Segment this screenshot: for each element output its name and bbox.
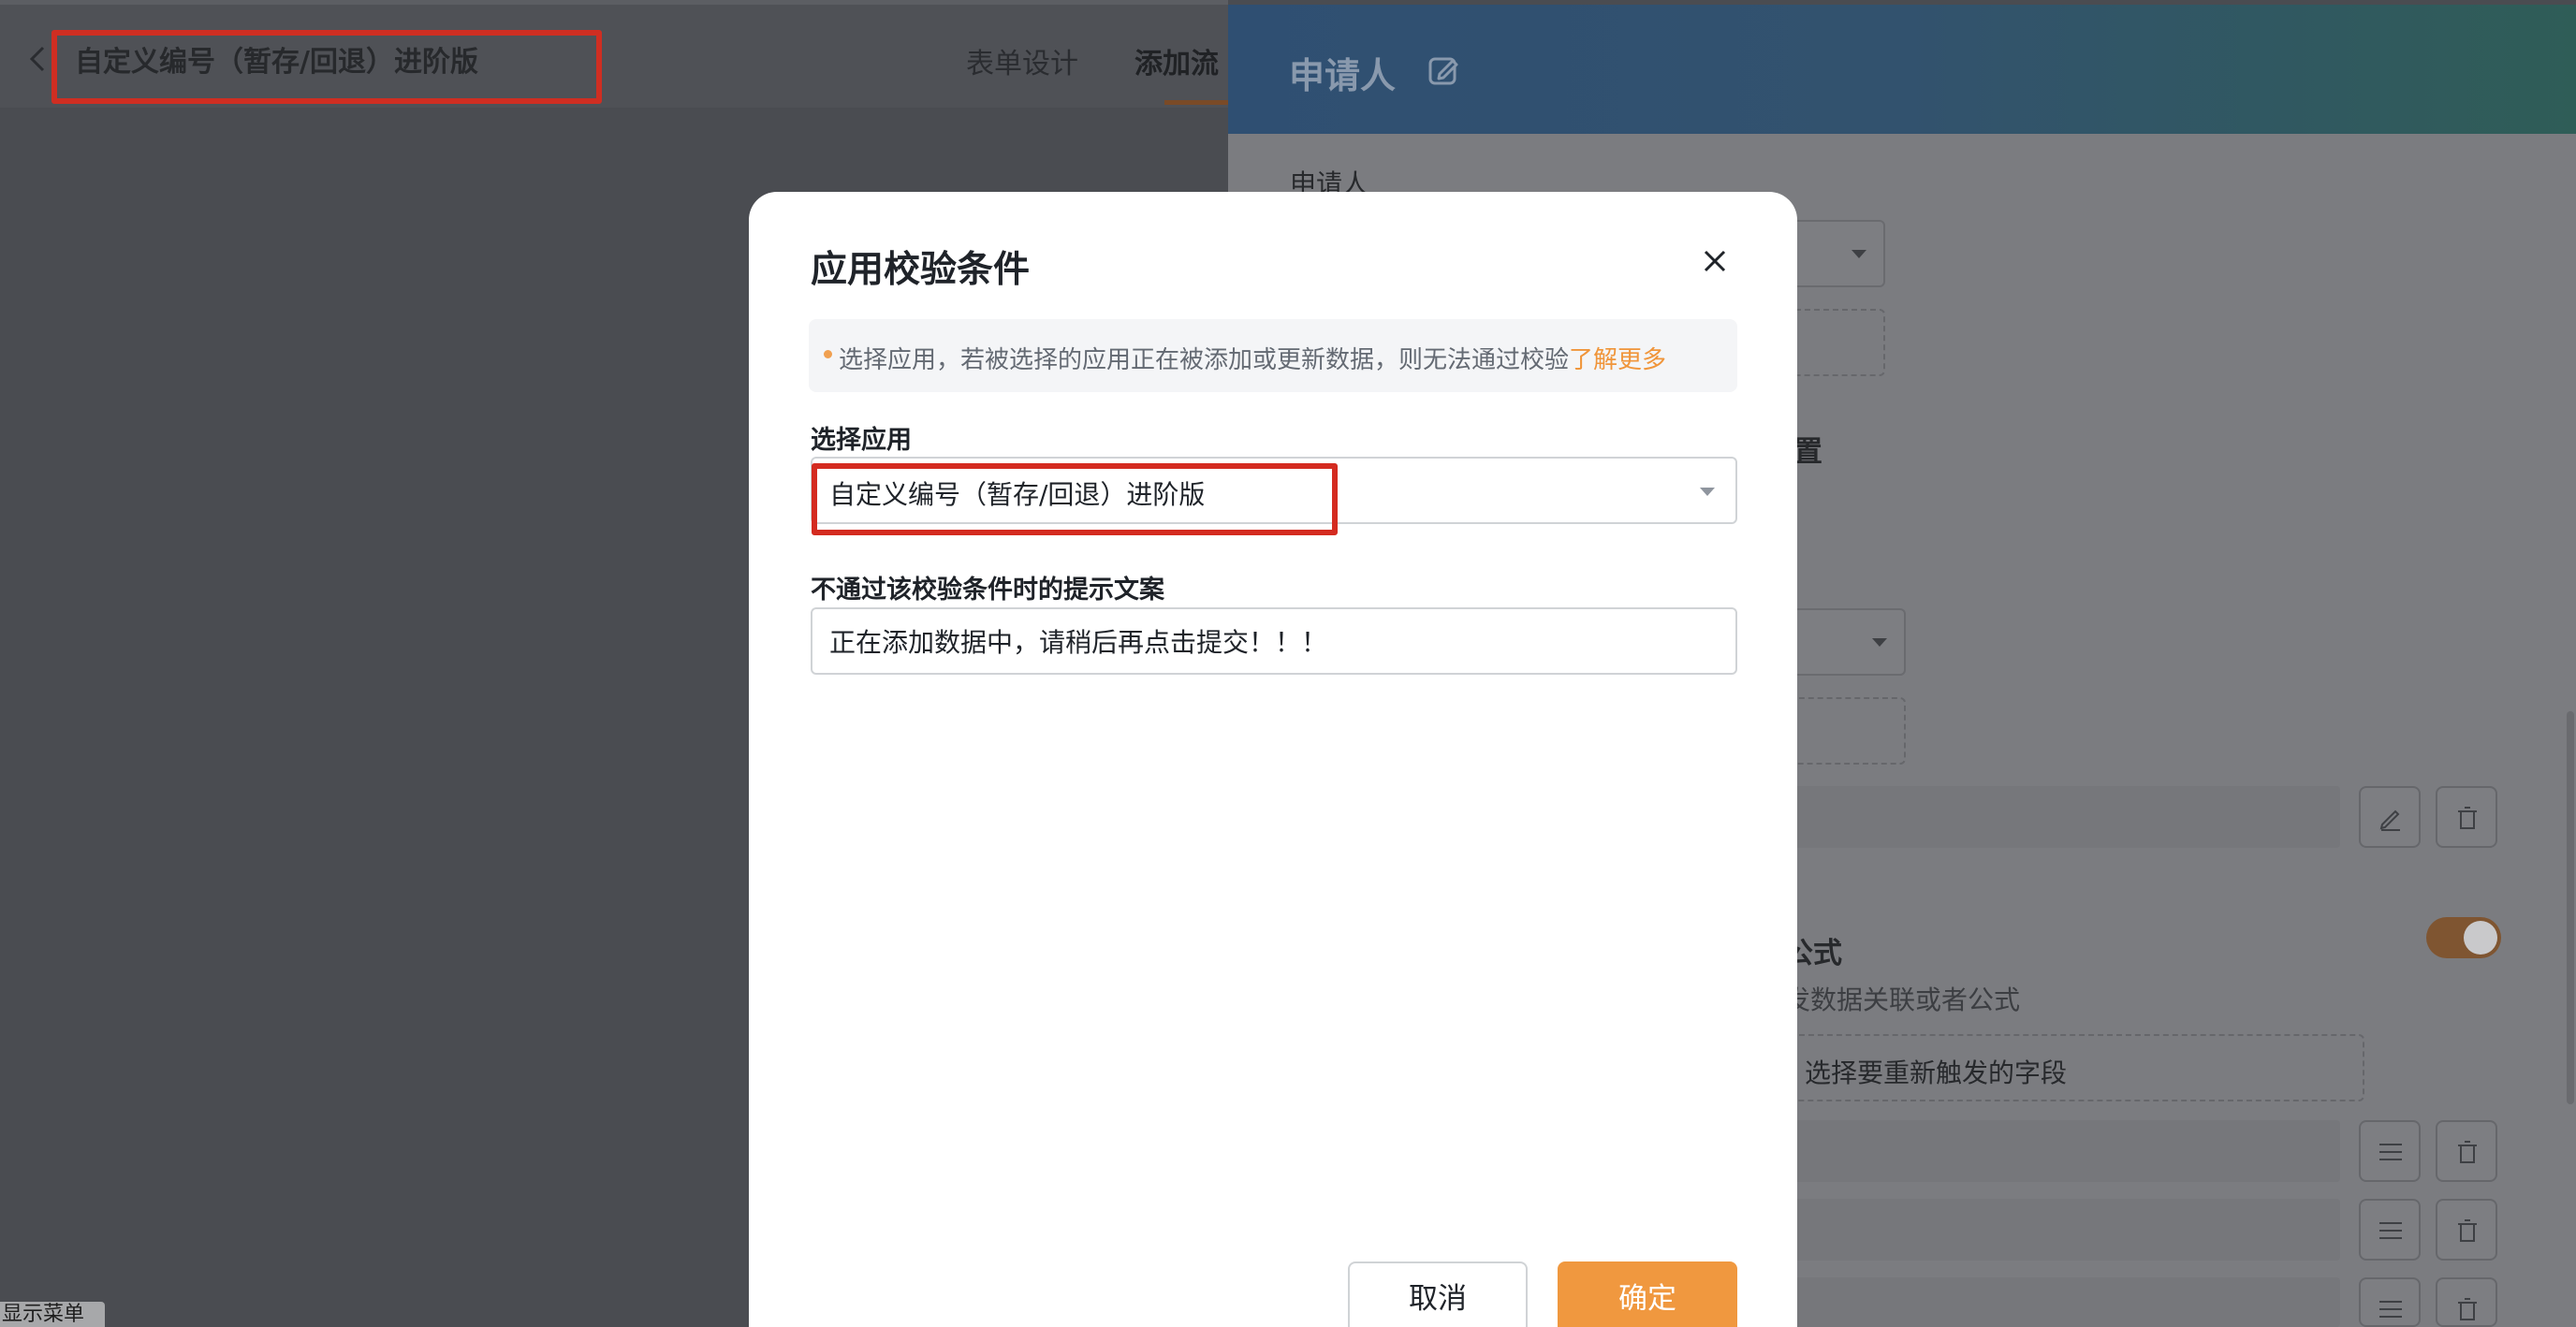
bullet-dot-icon <box>824 350 832 358</box>
highlight-box-select <box>812 463 1338 535</box>
drag-handle-icon <box>2379 1301 2402 1318</box>
delete-button[interactable] <box>2436 786 2497 848</box>
drag-handle-button-1[interactable] <box>2359 1120 2421 1182</box>
dialog-title: 应用校验条件 <box>811 249 1031 291</box>
trash-icon <box>2458 1219 2477 1242</box>
app-validation-dialog: 应用校验条件 选择应用，若被选择的应用正在被添加或更新数据，则无法通过校验了解更… <box>749 192 1797 1327</box>
refire-field-selector[interactable]: 选择要重新触发的字段 <box>1784 1034 2364 1101</box>
tab-form-design[interactable]: 表单设计 <box>966 40 1078 81</box>
condition-row <box>1784 786 2340 848</box>
screen: 自定义编号（暂存/回退）进阶版 表单设计 添加流 申请人 申请人 置 公式 发数… <box>0 0 2576 1327</box>
message-input[interactable] <box>811 607 1737 675</box>
drag-handle-icon <box>2379 1144 2402 1160</box>
drawer-scrollbar[interactable] <box>2567 711 2574 1104</box>
refire-field-label: 选择要重新触发的字段 <box>1805 1057 2068 1088</box>
cancel-button[interactable]: 取消 <box>1348 1261 1528 1327</box>
tab-active-underline <box>1164 100 1228 105</box>
notice-body: 选择应用，若被选择的应用正在被添加或更新数据，则无法通过校验 <box>839 346 1570 374</box>
refire-row-3 <box>1784 1277 2340 1327</box>
formula-toggle[interactable] <box>2426 917 2501 958</box>
formula-desc-partial: 发数据关联或者公式 <box>1784 984 2021 1015</box>
trash-icon <box>2458 1298 2477 1320</box>
info-notice: 选择应用，若被选择的应用正在被添加或更新数据，则无法通过校验了解更多 <box>809 319 1737 392</box>
close-icon[interactable] <box>1700 246 1730 276</box>
edit-icon[interactable] <box>1425 51 1462 89</box>
caret-down-icon <box>1700 488 1715 496</box>
pencil-icon <box>2379 809 2400 831</box>
refire-row-1 <box>1784 1120 2340 1182</box>
delete-button-2[interactable] <box>2436 1199 2497 1261</box>
confirm-button[interactable]: 确定 <box>1558 1261 1737 1327</box>
delete-button-1[interactable] <box>2436 1120 2497 1182</box>
select-app-label: 选择应用 <box>811 426 912 455</box>
toggle-knob <box>2464 921 2497 955</box>
chevron-left-icon[interactable] <box>19 40 56 78</box>
condition-add-area[interactable] <box>1784 697 1906 765</box>
refire-row-2 <box>1784 1199 2340 1261</box>
trash-icon <box>2458 1141 2477 1163</box>
tab-add-flow[interactable]: 添加流 <box>1134 40 1219 81</box>
drawer-header: 申请人 <box>1228 5 2576 134</box>
message-label: 不通过该校验条件时的提示文案 <box>811 576 1164 605</box>
pencil-button[interactable] <box>2359 786 2421 848</box>
notice-text: 选择应用，若被选择的应用正在被添加或更新数据，则无法通过校验了解更多 <box>839 341 1666 375</box>
show-menu-tag[interactable]: 显示菜单 <box>0 1302 105 1327</box>
delete-button-3[interactable] <box>2436 1277 2497 1327</box>
highlight-box-title <box>51 30 602 104</box>
condition-select[interactable] <box>1784 608 1906 676</box>
trash-icon <box>2458 807 2477 829</box>
learn-more-link[interactable]: 了解更多 <box>1569 346 1666 374</box>
drag-handle-button-2[interactable] <box>2359 1199 2421 1261</box>
drawer-title: 申请人 <box>1289 55 1397 96</box>
drag-handle-icon <box>2379 1222 2402 1239</box>
drag-handle-button-3[interactable] <box>2359 1277 2421 1327</box>
drawer-tab-partial[interactable]: 置 <box>1793 428 1822 470</box>
